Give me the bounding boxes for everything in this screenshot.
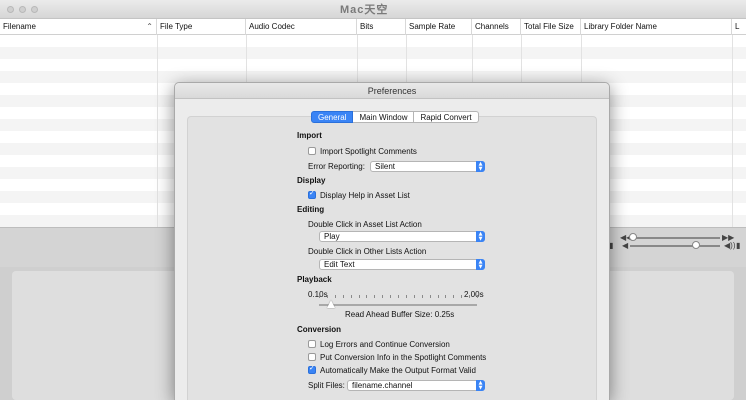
slider-tick [445,295,446,298]
import-spotlight-comments-checkbox[interactable] [308,147,316,155]
table-row[interactable] [0,47,746,59]
split-files-popup[interactable]: filename.channel ▲ ▼ [347,380,485,391]
tab-rapid-convert[interactable]: Rapid Convert [414,111,479,123]
split-files-label: Split Files: [308,381,345,390]
other-lists-action-label: Double Click in Other Lists Action [308,247,427,256]
display-heading: Display [297,176,326,185]
column-header-library-folder-name[interactable]: Library Folder Name [581,19,732,35]
column-header-channels[interactable]: Channels [472,19,521,35]
editing-heading: Editing [297,205,325,214]
error-reporting-popup[interactable]: Silent ▲ ▼ [370,161,485,172]
tab-main-window[interactable]: Main Window [353,111,415,123]
buffer-slider-track[interactable] [319,304,477,306]
buffer-max-label: 2.00s [464,290,484,299]
preferences-sheet: Preferences General Main Window Rapid Co… [174,82,610,400]
minimize-window-button[interactable] [19,6,26,13]
checkbox-label: Automatically Make the Output Format Val… [320,365,476,375]
log-errors-checkbox[interactable] [308,340,316,348]
column-header-file-type[interactable]: File Type [157,19,246,35]
zoom-window-button[interactable] [31,6,38,13]
slider-tick [343,295,344,298]
error-reporting-label: Error Reporting: [308,162,365,171]
slider-tick [461,295,462,298]
column-header-bits[interactable]: Bits [357,19,406,35]
slider-tick [382,295,383,298]
column-header-sample-rate[interactable]: Sample Rate [406,19,472,35]
auto-valid-checkbox[interactable] [308,364,316,374]
column-header-total-file-size[interactable]: Total File Size [521,19,581,35]
slider-tick [414,295,415,298]
popup-value: Play [324,232,340,241]
position-slider-track[interactable] [630,237,720,239]
table-header: Filename ⌃ File Type Audio Codec Bits Sa… [0,19,746,35]
slider-tick [438,295,439,298]
display-help-checkbox[interactable] [308,189,316,199]
title-bar: Mac天空 [0,0,746,19]
import-spotlight-comments-row[interactable]: Import Spotlight Comments [308,146,417,156]
import-heading: Import [297,131,322,140]
column-header-filename[interactable]: Filename ⌃ [0,19,157,35]
slider-tick [319,295,320,298]
close-window-button[interactable] [7,6,14,13]
preferences-title: Preferences [175,83,609,99]
volume-up-icon: ◀)) [724,241,736,250]
volume-slider-knob[interactable] [692,241,700,249]
slider-tick [422,295,423,298]
checkbox-label: Import Spotlight Comments [320,146,417,156]
buffer-min-label: 0.10s [308,290,328,299]
chevron-updown-icon: ▲ ▼ [476,259,485,270]
watermark: Mac天空 [340,4,389,16]
column-header-audio-codec[interactable]: Audio Codec [246,19,357,35]
volume-down-icon: ◀ [622,241,629,250]
table-row[interactable] [0,59,746,71]
slider-tick [398,295,399,298]
slider-tick [453,295,454,298]
slider-tick [327,295,328,298]
chevron-updown-icon: ▲ ▼ [476,161,485,172]
chevron-updown-icon: ▲ ▼ [476,231,485,242]
volume-slider-track[interactable] [630,245,720,247]
display-help-row[interactable]: Display Help in Asset List [308,189,410,200]
checkbox-label: Put Conversion Info in the Spotlight Com… [320,352,487,362]
buffer-size-label: Read Ahead Buffer Size: 0.25s [345,310,455,319]
slider-tick [335,295,336,298]
slider-tick [469,295,470,298]
slider-tick [477,295,478,298]
slider-tick [406,295,407,298]
log-errors-row[interactable]: Log Errors and Continue Conversion [308,339,450,349]
popup-value: filename.channel [352,381,413,390]
auto-valid-row[interactable]: Automatically Make the Output Format Val… [308,364,476,375]
slider-tick [351,295,352,298]
column-header-truncated[interactable]: L [732,19,746,35]
slider-tick [430,295,431,298]
asset-list-action-popup[interactable]: Play ▲ ▼ [319,231,485,242]
slider-tick [374,295,375,298]
sound-icon: ▮ [736,241,741,250]
playback-heading: Playback [297,275,332,284]
put-conversion-info-checkbox[interactable] [308,353,316,361]
chevron-up-icon: ⌃ [146,22,153,31]
column-divider [157,35,158,227]
column-header-label: Filename [3,22,36,31]
conversion-heading: Conversion [297,325,342,334]
preferences-tabs: General Main Window Rapid Convert [311,111,479,123]
popup-value: Silent [375,162,396,171]
column-divider [732,35,733,227]
checkbox-label: Display Help in Asset List [320,190,410,200]
other-lists-action-popup[interactable]: Edit Text ▲ ▼ [319,259,485,270]
slider-tick [359,295,360,298]
asset-list-action-label: Double Click in Asset List Action [308,220,422,229]
table-row[interactable] [0,35,746,47]
put-conversion-info-row[interactable]: Put Conversion Info in the Spotlight Com… [308,352,486,362]
checkbox-label: Log Errors and Continue Conversion [320,339,450,349]
tab-general[interactable]: General [311,111,354,123]
chevron-updown-icon: ▲ ▼ [476,380,485,391]
popup-value: Edit Text [324,260,355,269]
slider-tick [390,295,391,298]
buffer-slider-knob[interactable] [327,300,336,308]
position-slider-knob[interactable] [629,233,637,241]
slider-tick [366,295,367,298]
